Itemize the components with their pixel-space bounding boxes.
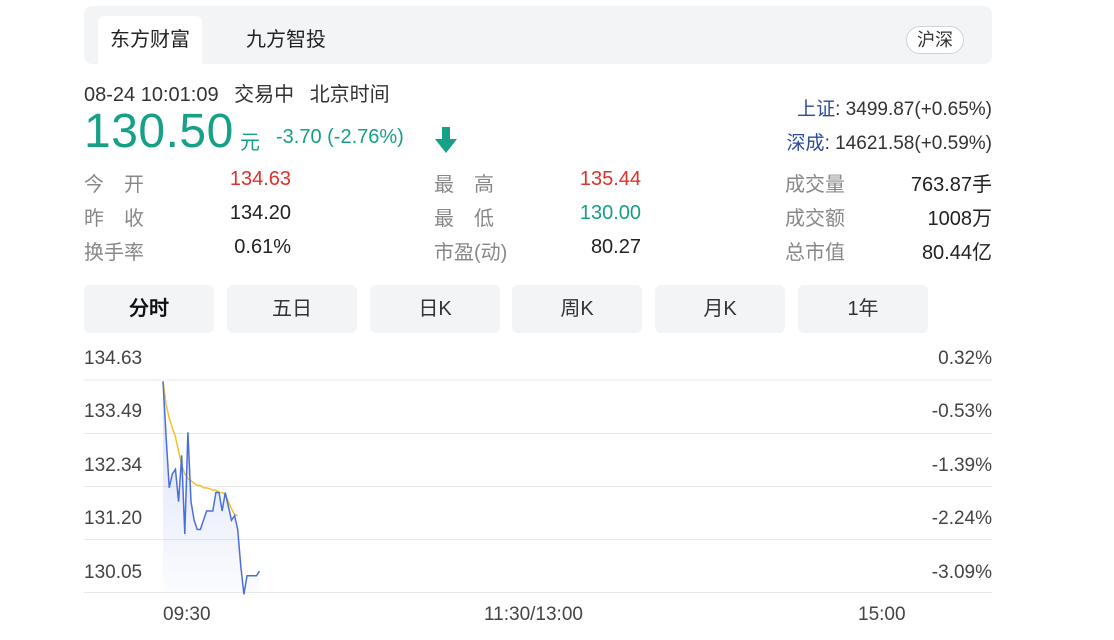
intraday-chart[interactable] (0, 0, 1114, 640)
